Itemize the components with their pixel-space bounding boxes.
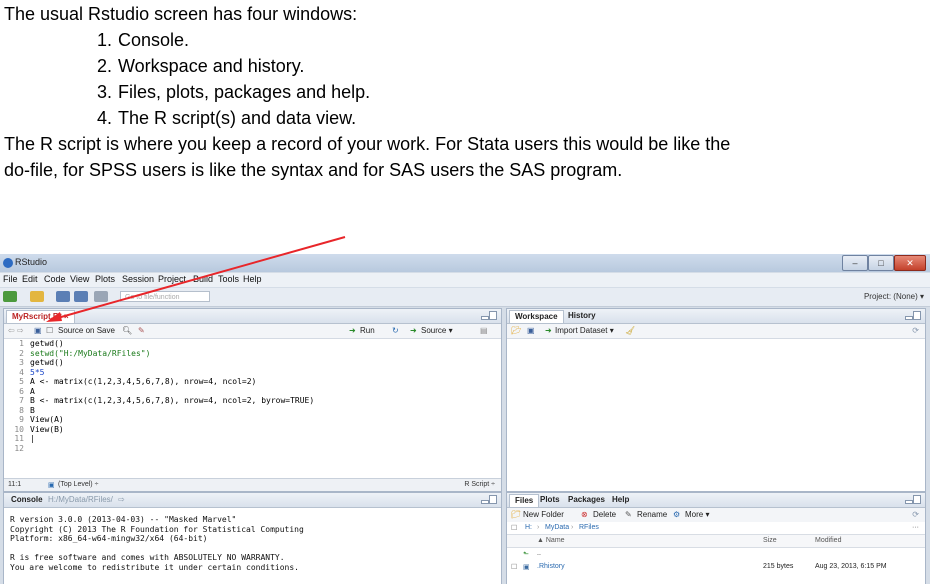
arrow-head — [46, 312, 62, 322]
annotation-arrow — [46, 236, 346, 322]
arrow-line — [53, 236, 346, 320]
